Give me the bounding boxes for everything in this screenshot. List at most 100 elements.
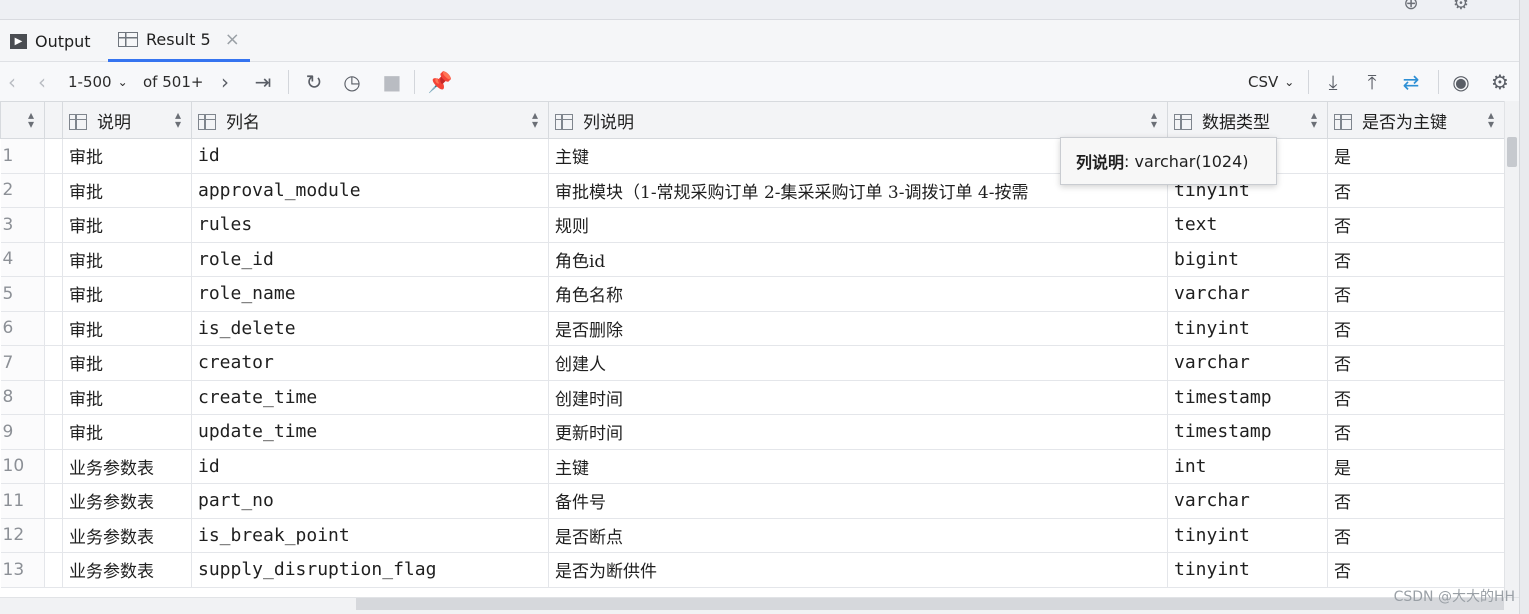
table-row[interactable]: 9 审批 update_time 更新时间 timestamp 否 (0, 414, 1504, 450)
sort-icon[interactable]: ▴ ▾ (28, 109, 34, 130)
column-header-desc[interactable]: 说明 ▴ ▾ (62, 101, 192, 139)
cell-primary-key[interactable]: 否 (1327, 311, 1504, 346)
gear-icon[interactable]: ⚙ (1451, 0, 1471, 14)
cell-column-name[interactable]: creator (191, 345, 549, 381)
cell-column-name[interactable]: approval_module (191, 173, 549, 208)
cell-data-type[interactable]: timestamp (1167, 414, 1328, 450)
cell-comment[interactable]: 规则 (548, 207, 1168, 243)
cell-column-name[interactable]: id (191, 138, 549, 174)
table-row[interactable]: 11 业务参数表 part_no 备件号 varchar 否 (0, 483, 1504, 519)
cell-data-type[interactable]: varchar (1167, 345, 1328, 381)
vertical-scrollbar[interactable] (1504, 101, 1519, 597)
cell-desc[interactable]: 审批 (62, 380, 192, 415)
table-row[interactable]: 3 审批 rules 规则 text 否 (0, 207, 1504, 243)
cell-comment[interactable]: 角色id (548, 242, 1168, 277)
reload-icon[interactable]: ↻ (302, 62, 326, 102)
cell-comment[interactable]: 角色名称 (548, 276, 1168, 312)
cell-comment[interactable]: 主键 (548, 449, 1168, 484)
sort-icon[interactable]: ▴ ▾ (1488, 109, 1494, 130)
cell-primary-key[interactable]: 否 (1327, 242, 1504, 277)
cell-primary-key[interactable]: 否 (1327, 414, 1504, 450)
table-row[interactable]: 1 审批 id 主键是 (0, 138, 1504, 174)
cell-primary-key[interactable]: 是 (1327, 138, 1504, 174)
cell-column-name[interactable]: role_name (191, 276, 549, 312)
cell-column-name[interactable]: supply_disruption_flag (191, 552, 549, 588)
previous-page-icon[interactable]: ‹ (30, 62, 54, 102)
pin-icon[interactable]: 📌 (428, 62, 453, 102)
table-row[interactable]: 10 业务参数表 id 主键 int 是 (0, 449, 1504, 484)
cell-comment[interactable]: 是否断点 (548, 518, 1168, 553)
cell-primary-key[interactable]: 否 (1327, 207, 1504, 243)
sort-icon[interactable]: ▴ ▾ (175, 109, 181, 130)
cell-primary-key[interactable]: 否 (1327, 276, 1504, 312)
cell-desc[interactable]: 审批 (62, 242, 192, 277)
cell-data-type[interactable]: varchar (1167, 276, 1328, 312)
table-row[interactable]: 13 业务参数表 supply_disruption_flag 是否为断供件 tinyi… (0, 552, 1504, 588)
cell-data-type[interactable]: varchar (1167, 483, 1328, 519)
horizontal-scrollbar[interactable] (0, 597, 1519, 614)
cell-data-type[interactable]: bigint (1167, 242, 1328, 277)
table-row[interactable]: 5 审批 role_name 角色名称 varchar 否 (0, 276, 1504, 312)
cell-column-name[interactable]: is_break_point (191, 518, 549, 553)
column-header-pk[interactable]: 是否为主键 ▴ ▾ (1327, 101, 1504, 139)
tab-output[interactable]: ▶ Output (0, 20, 101, 62)
next-page-icon[interactable]: › (213, 62, 237, 102)
stop-icon[interactable]: ■ (380, 62, 404, 102)
cell-comment[interactable]: 创建时间 (548, 380, 1168, 415)
cell-primary-key[interactable]: 否 (1327, 518, 1504, 553)
cell-primary-key[interactable]: 否 (1327, 483, 1504, 519)
table-row[interactable]: 2 审批 approval_module 审批模块（1-常规采购订单 2-集采采购订单… (0, 173, 1504, 208)
cell-column-name[interactable]: rules (191, 207, 549, 243)
cell-comment[interactable]: 备件号 (548, 483, 1168, 519)
cell-primary-key[interactable]: 否 (1327, 345, 1504, 381)
column-header-comment[interactable]: 列说明 ▴ ▾ (548, 101, 1168, 139)
cell-column-name[interactable]: part_no (191, 483, 549, 519)
globe-icon[interactable]: ⊕ (1401, 0, 1421, 14)
view-icon[interactable]: ◉ (1449, 62, 1473, 102)
cell-comment[interactable]: 创建人 (548, 345, 1168, 381)
cell-data-type[interactable]: int (1167, 449, 1328, 484)
cell-primary-key[interactable]: 否 (1327, 173, 1504, 208)
cell-data-type[interactable]: timestamp (1167, 380, 1328, 415)
cell-desc[interactable]: 审批 (62, 207, 192, 243)
sort-icon[interactable]: ▴ ▾ (532, 109, 538, 130)
cell-column-name[interactable]: role_id (191, 242, 549, 277)
download-icon[interactable]: ⤓ (1321, 62, 1345, 102)
last-page-icon[interactable]: ⇥ (251, 62, 275, 102)
cell-desc[interactable]: 业务参数表 (62, 449, 192, 484)
cell-desc[interactable]: 业务参数表 (62, 518, 192, 553)
cell-desc[interactable]: 审批 (62, 138, 192, 174)
cell-desc[interactable]: 审批 (62, 414, 192, 450)
table-row[interactable]: 7 审批 creator 创建人 varchar 否 (0, 345, 1504, 381)
cell-data-type[interactable]: tinyint (1167, 311, 1328, 346)
column-header-type[interactable]: 数据类型 ▴ ▾ (1167, 101, 1328, 139)
table-row[interactable]: 4 审批 role_id 角色id bigint 否 (0, 242, 1504, 277)
cell-data-type[interactable]: tinyint (1167, 552, 1328, 588)
table-row[interactable]: 8 审批 create_time 创建时间 timestamp 否 (0, 380, 1504, 415)
upload-icon[interactable]: ⤒ (1360, 62, 1384, 102)
cell-desc[interactable]: 审批 (62, 311, 192, 346)
table-row[interactable]: 6 审批 is_delete 是否删除 tinyint 否 (0, 311, 1504, 346)
cell-desc[interactable]: 业务参数表 (62, 552, 192, 588)
scroll-thumb[interactable] (1507, 137, 1517, 167)
cell-comment[interactable]: 是否为断供件 (548, 552, 1168, 588)
cell-desc[interactable]: 审批 (62, 173, 192, 208)
compare-icon[interactable]: ⇄ (1399, 62, 1423, 102)
history-icon[interactable]: ◷ (340, 62, 364, 102)
cell-desc[interactable]: 业务参数表 (62, 483, 192, 519)
close-icon[interactable]: × (225, 29, 240, 50)
cell-data-type[interactable]: tinyint (1167, 518, 1328, 553)
cell-column-name[interactable]: is_delete (191, 311, 549, 346)
cell-comment[interactable]: 是否删除 (548, 311, 1168, 346)
cell-comment[interactable]: 更新时间 (548, 414, 1168, 450)
page-range-selector[interactable]: 1-500 ⌄ (68, 62, 128, 102)
cell-column-name[interactable]: id (191, 449, 549, 484)
cell-desc[interactable]: 审批 (62, 276, 192, 312)
cell-primary-key[interactable]: 是 (1327, 449, 1504, 484)
cell-column-name[interactable]: create_time (191, 380, 549, 415)
export-format-selector[interactable]: CSV ⌄ (1248, 62, 1294, 102)
cell-data-type[interactable]: text (1167, 207, 1328, 243)
sort-icon[interactable]: ▴ ▾ (1151, 109, 1157, 130)
tab-result-5[interactable]: Result 5 × (108, 20, 250, 62)
sort-icon[interactable]: ▴ ▾ (1311, 109, 1317, 130)
